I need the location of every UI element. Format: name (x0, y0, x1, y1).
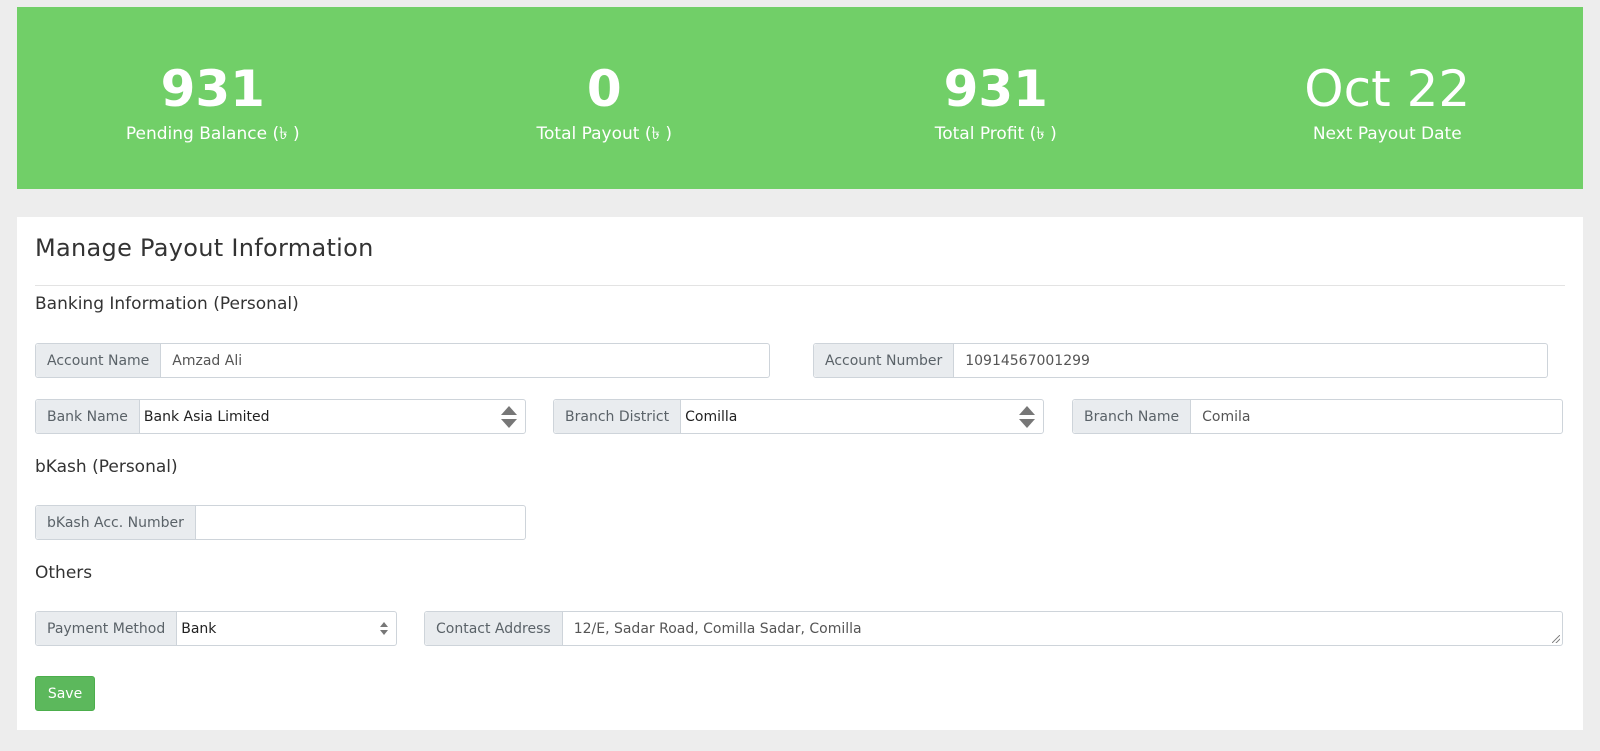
stat-value: Oct 22 (1304, 60, 1471, 118)
stat-total-profit: 931 Total Profit (৳ ) (800, 51, 1192, 145)
stat-label: Pending Balance (৳ ) (125, 124, 300, 144)
bank-name-select[interactable]: Bank Asia Limited (140, 400, 525, 433)
save-button[interactable]: Save (35, 676, 95, 711)
branch-district-group: Branch District Comilla (553, 399, 1044, 434)
account-number-label: Account Number (814, 344, 955, 377)
stat-pending-balance: 931 Pending Balance (৳ ) (17, 51, 409, 145)
branch-name-group: Branch Name Comila (1072, 399, 1563, 434)
stat-value: 931 (943, 60, 1048, 118)
account-name-group: Account Name Amzad Ali (35, 343, 770, 378)
payment-method-select[interactable]: Bank (177, 612, 396, 645)
page-title: Manage Payout Information (35, 234, 374, 262)
payment-method-label: Payment Method (36, 612, 178, 645)
stat-value: 931 (160, 60, 265, 118)
divider (35, 285, 1565, 286)
stats-banner: 931 Pending Balance (৳ ) 0 Total Payout … (17, 7, 1583, 189)
select-arrows-icon (501, 405, 517, 428)
stat-label: Next Payout Date (1312, 124, 1462, 144)
bank-name-selected: Bank Asia Limited (143, 408, 270, 425)
account-number-group: Account Number 10914567001299 (813, 343, 1548, 378)
resize-grip-icon[interactable] (1552, 635, 1560, 643)
select-arrows-icon (380, 622, 388, 635)
section-title-banking: Banking Information (Personal) (35, 294, 299, 314)
branch-district-label: Branch District (554, 400, 682, 433)
branch-district-selected: Comilla (685, 408, 738, 425)
account-number-field[interactable]: 10914567001299 (954, 344, 1547, 377)
payment-method-group: Payment Method Bank (35, 611, 397, 646)
stat-total-payout: 0 Total Payout (৳ ) (409, 51, 801, 145)
select-arrows-icon (1019, 405, 1035, 428)
branch-name-field[interactable]: Comila (1191, 400, 1562, 433)
section-title-bkash: bKash (Personal) (35, 457, 178, 477)
branch-name-label: Branch Name (1073, 400, 1192, 433)
bkash-number-group: bKash Acc. Number (35, 505, 526, 540)
stat-label: Total Payout (৳ ) (536, 124, 672, 144)
bkash-number-field[interactable] (196, 506, 525, 539)
account-name-label: Account Name (36, 344, 162, 377)
stat-label: Total Profit (৳ ) (934, 124, 1057, 144)
bank-name-group: Bank Name Bank Asia Limited (35, 399, 526, 434)
contact-address-label: Contact Address (425, 612, 563, 645)
stat-value: 0 (586, 60, 622, 118)
contact-address-field[interactable]: 12/E, Sadar Road, Comilla Sadar, Comilla (563, 612, 1562, 645)
account-name-field[interactable]: Amzad Ali (161, 344, 769, 377)
contact-address-group: Contact Address 12/E, Sadar Road, Comill… (424, 611, 1563, 646)
bkash-number-label: bKash Acc. Number (36, 506, 196, 539)
bank-name-label: Bank Name (36, 400, 140, 433)
branch-district-select[interactable]: Comilla (681, 400, 1043, 433)
stat-next-payout-date: Oct 22 Next Payout Date (1192, 51, 1584, 145)
payment-method-selected: Bank (181, 620, 217, 637)
payout-panel: Manage Payout Information Banking Inform… (17, 217, 1583, 730)
section-title-others: Others (35, 563, 93, 583)
